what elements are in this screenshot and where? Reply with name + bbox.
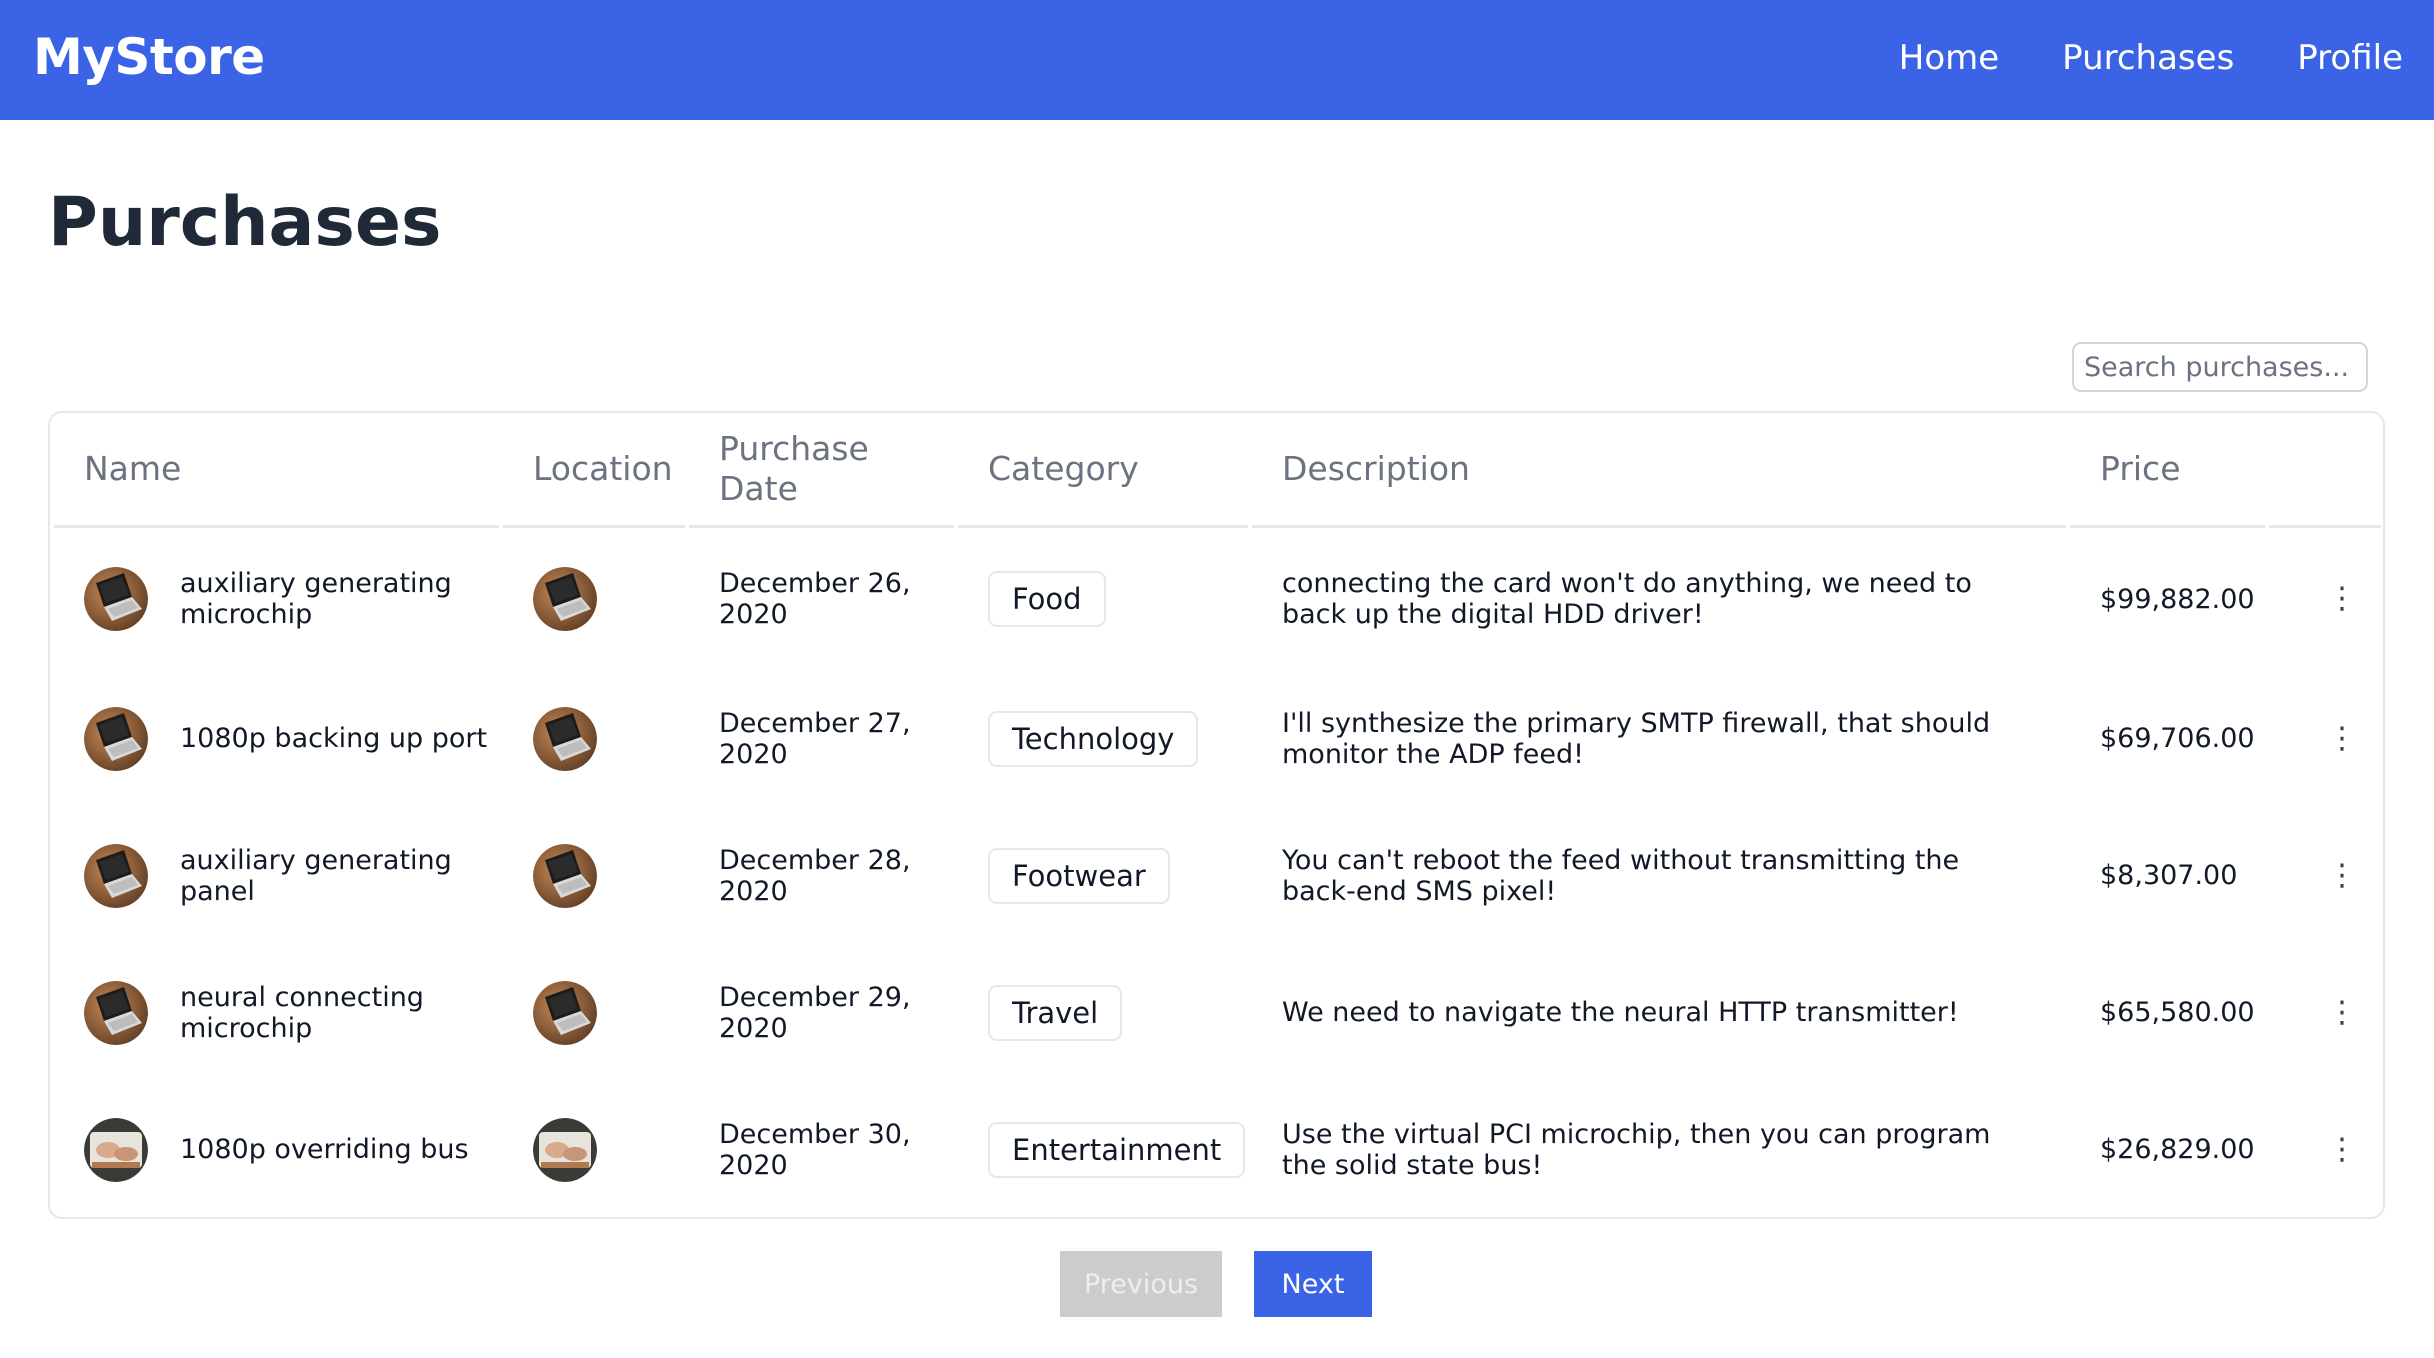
- kebab-menu-icon[interactable]: ⋮: [2327, 860, 2357, 891]
- column-header-price[interactable]: Price: [2070, 413, 2265, 528]
- table-header-row: Name Location Purchase Date Category Des…: [54, 413, 2381, 528]
- location-thumbnail-laptop-image: [533, 843, 597, 908]
- description: Use the virtual PCI microchip, then you …: [1282, 1118, 1991, 1181]
- description: We need to navigate the neural HTTP tran…: [1282, 997, 1959, 1028]
- product-name: auxiliary generating panel: [180, 844, 452, 907]
- column-header-category[interactable]: Category: [958, 413, 1248, 528]
- description: connecting the card won't do anything, w…: [1282, 568, 1972, 630]
- table-row[interactable]: 1080p backing up port December 27, 2020 …: [54, 670, 2381, 807]
- price: $8,307.00: [2100, 860, 2238, 891]
- column-header-location[interactable]: Location: [503, 413, 685, 528]
- location-thumbnail-laptop-image: [533, 567, 597, 631]
- kebab-menu-icon[interactable]: ⋮: [2327, 1134, 2357, 1165]
- table-row[interactable]: auxiliary generating panel December 28, …: [54, 807, 2381, 944]
- column-header-purchase-date[interactable]: Purchase Date: [689, 413, 954, 528]
- category-chip[interactable]: Entertainment: [988, 1121, 1246, 1178]
- product-thumbnail-laptop-image: [84, 843, 148, 908]
- purchase-date: December 27, 2020: [719, 707, 911, 770]
- table-row[interactable]: auxiliary generating microchip December …: [54, 528, 2381, 670]
- kebab-menu-icon[interactable]: ⋮: [2327, 583, 2357, 614]
- product-thumbnail-laptop-image: [84, 980, 148, 1045]
- location-thumbnail-laptop-image: [533, 980, 597, 1045]
- nav-link-home[interactable]: Home: [1899, 38, 1999, 78]
- category-chip[interactable]: Travel: [988, 984, 1123, 1041]
- page-title: Purchases: [48, 183, 442, 262]
- nav-link-profile[interactable]: Profile: [2297, 38, 2403, 78]
- price: $26,829.00: [2100, 1134, 2255, 1165]
- product-thumbnail-laptop-image: [84, 567, 148, 631]
- purchases-table-card: Name Location Purchase Date Category Des…: [48, 411, 2385, 1219]
- kebab-menu-icon[interactable]: ⋮: [2327, 723, 2357, 754]
- main-nav: Home Purchases Profile: [1899, 38, 2403, 78]
- description: I'll synthesize the primary SMTP firewal…: [1282, 707, 1991, 770]
- top-nav-bar: MyStore Home Purchases Profile: [0, 0, 2434, 120]
- next-button[interactable]: Next: [1254, 1251, 1372, 1317]
- pagination: Previous Next: [1060, 1251, 1372, 1317]
- location-thumbnail-laptop-image: [533, 706, 597, 771]
- table-row[interactable]: 1080p overriding bus December 30, 2020 E…: [54, 1081, 2381, 1217]
- description: You can't reboot the feed without transm…: [1282, 844, 1960, 907]
- previous-button[interactable]: Previous: [1060, 1251, 1222, 1317]
- column-header-name[interactable]: Name: [54, 413, 499, 528]
- product-name: 1080p backing up port: [180, 723, 488, 754]
- category-chip[interactable]: Footwear: [988, 847, 1170, 904]
- purchase-date: December 30, 2020: [719, 1118, 911, 1181]
- product-thumbnail-laptop-image: [84, 706, 148, 771]
- brand-logo[interactable]: MyStore: [33, 28, 265, 86]
- category-chip[interactable]: Technology: [988, 710, 1199, 767]
- search-input[interactable]: [2072, 342, 2368, 392]
- purchase-date: December 29, 2020: [719, 981, 911, 1044]
- category-chip[interactable]: Food: [988, 571, 1106, 627]
- nav-link-purchases[interactable]: Purchases: [2062, 38, 2234, 78]
- kebab-menu-icon[interactable]: ⋮: [2327, 997, 2357, 1028]
- product-thumbnail-hands-image: [84, 1117, 148, 1182]
- table-row[interactable]: neural connecting microchip December 29,…: [54, 944, 2381, 1081]
- purchases-table: Name Location Purchase Date Category Des…: [50, 413, 2383, 1217]
- product-name: auxiliary generating microchip: [180, 568, 452, 630]
- product-name: neural connecting microchip: [180, 981, 424, 1044]
- price: $99,882.00: [2100, 583, 2255, 615]
- column-header-actions: [2269, 413, 2381, 528]
- purchase-date: December 26, 2020: [719, 568, 911, 630]
- product-name: 1080p overriding bus: [180, 1134, 469, 1165]
- price: $65,580.00: [2100, 997, 2255, 1028]
- price: $69,706.00: [2100, 723, 2255, 754]
- location-thumbnail-hands-image: [533, 1117, 597, 1182]
- purchase-date: December 28, 2020: [719, 844, 911, 907]
- column-header-description[interactable]: Description: [1252, 413, 2066, 528]
